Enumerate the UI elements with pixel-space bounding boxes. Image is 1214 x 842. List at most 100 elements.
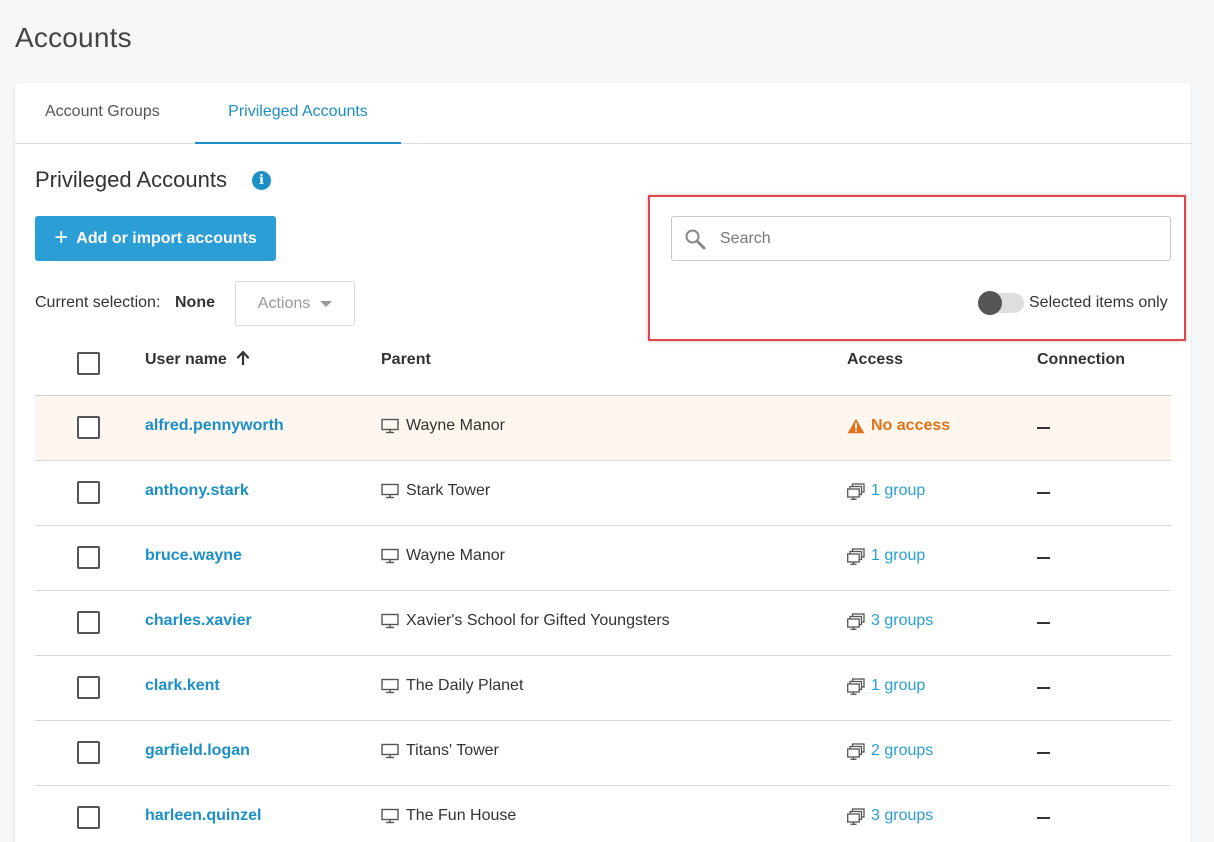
access-label: 1 group [871, 547, 926, 564]
warning-icon [847, 418, 865, 434]
header-user-name[interactable]: User name [145, 351, 250, 369]
table-row[interactable]: bruce.wayne Wayne Manor 1 group [35, 526, 1171, 591]
parent-label: Xavier's School for Gifted Youngsters [406, 612, 670, 629]
group-icon [847, 807, 865, 825]
table-row[interactable]: garfield.logan Titans' Tower 2 groups [35, 721, 1171, 786]
monitor-icon [381, 548, 399, 564]
connection-empty-dash [1037, 427, 1050, 429]
parent-cell: The Fun House [381, 807, 516, 825]
actions-label: Actions [257, 294, 311, 312]
parent-label: Wayne Manor [406, 417, 505, 434]
row-checkbox[interactable] [77, 481, 100, 504]
selected-items-only-toggle[interactable] [978, 291, 1024, 315]
header-user-name-label: User name [145, 351, 227, 368]
sort-up-arrow-icon [237, 351, 250, 365]
parent-cell: Stark Tower [381, 482, 490, 500]
access-label: 3 groups [871, 807, 934, 824]
parent-label: The Fun House [406, 807, 517, 824]
monitor-icon [381, 613, 399, 629]
monitor-icon [381, 418, 399, 434]
parent-cell: The Daily Planet [381, 677, 523, 695]
add-import-accounts-label: Add or import accounts [76, 229, 257, 247]
table-row[interactable]: charles.xavier Xavier's School for Gifte… [35, 591, 1171, 656]
table-header: User name Parent Access Connection [35, 331, 1171, 396]
row-checkbox[interactable] [77, 611, 100, 634]
table-row[interactable]: alfred.pennyworth Wayne Manor No access [35, 396, 1171, 461]
search-field[interactable] [671, 216, 1171, 261]
connection-empty-dash [1037, 687, 1050, 689]
monitor-icon [381, 808, 399, 824]
connection-empty-dash [1037, 752, 1050, 754]
access-link[interactable]: 2 groups [847, 742, 933, 760]
access-warning: No access [847, 417, 950, 435]
group-icon [847, 677, 865, 695]
actions-dropdown[interactable]: Actions [235, 281, 355, 326]
parent-cell: Titans' Tower [381, 742, 499, 760]
info-icon[interactable]: i [252, 171, 271, 190]
parent-label: Titans' Tower [406, 742, 499, 759]
row-checkbox[interactable] [77, 676, 100, 699]
accounts-table: User name Parent Access Connection alfre… [35, 331, 1171, 842]
table-row[interactable]: anthony.stark Stark Tower 1 group [35, 461, 1171, 526]
row-checkbox[interactable] [77, 546, 100, 569]
connection-empty-dash [1037, 817, 1050, 819]
tab-bar: Account Groups Privileged Accounts [15, 83, 1191, 144]
plus-icon: + [54, 223, 69, 251]
page-title: Accounts [15, 22, 132, 53]
group-icon [847, 742, 865, 760]
access-link[interactable]: 1 group [847, 547, 925, 565]
toggle-knob [978, 291, 1002, 315]
select-all-checkbox[interactable] [77, 352, 100, 375]
access-link[interactable]: 1 group [847, 677, 925, 695]
username-link[interactable]: bruce.wayne [145, 547, 242, 565]
current-selection-label: Current selection: [35, 294, 161, 311]
search-input[interactable] [720, 217, 1160, 260]
access-link[interactable]: 1 group [847, 482, 925, 500]
parent-label: Wayne Manor [406, 547, 505, 564]
connection-empty-dash [1037, 622, 1050, 624]
chevron-down-icon [320, 300, 333, 307]
current-selection-value: None [175, 294, 215, 311]
group-icon [847, 482, 865, 500]
username-link[interactable]: harleen.quinzel [145, 807, 261, 825]
access-label: 1 group [871, 482, 926, 499]
connection-empty-dash [1037, 492, 1050, 494]
header-access[interactable]: Access [847, 351, 903, 369]
access-label: 2 groups [871, 742, 934, 759]
access-label: No access [871, 417, 951, 434]
accounts-card: Account Groups Privileged Accounts Privi… [15, 83, 1191, 842]
username-link[interactable]: alfred.pennyworth [145, 417, 284, 435]
row-checkbox[interactable] [77, 806, 100, 829]
parent-cell: Xavier's School for Gifted Youngsters [381, 612, 670, 630]
access-label: 3 groups [871, 612, 934, 629]
access-link[interactable]: 3 groups [847, 807, 933, 825]
username-link[interactable]: charles.xavier [145, 612, 252, 630]
add-import-accounts-button[interactable]: + Add or import accounts [35, 216, 276, 261]
parent-label: Stark Tower [406, 482, 491, 499]
table-body: alfred.pennyworth Wayne Manor No access … [35, 396, 1171, 842]
group-icon [847, 612, 865, 630]
parent-cell: Wayne Manor [381, 417, 505, 435]
tab-account-groups[interactable]: Account Groups [45, 83, 160, 144]
tab-privileged-accounts[interactable]: Privileged Accounts [195, 83, 401, 144]
username-link[interactable]: clark.kent [145, 677, 220, 695]
table-row[interactable]: harleen.quinzel The Fun House 3 groups [35, 786, 1171, 842]
table-row[interactable]: clark.kent The Daily Planet 1 group [35, 656, 1171, 721]
header-connection[interactable]: Connection [1037, 351, 1125, 369]
row-checkbox[interactable] [77, 741, 100, 764]
monitor-icon [381, 483, 399, 499]
connection-empty-dash [1037, 557, 1050, 559]
parent-cell: Wayne Manor [381, 547, 505, 565]
parent-label: The Daily Planet [406, 677, 524, 694]
section-title: Privileged Accounts [35, 167, 227, 192]
search-icon [685, 229, 706, 250]
access-link[interactable]: 3 groups [847, 612, 933, 630]
group-icon [847, 547, 865, 565]
access-label: 1 group [871, 677, 926, 694]
row-checkbox[interactable] [77, 416, 100, 439]
selected-items-only-label: Selected items only [1029, 294, 1168, 311]
username-link[interactable]: garfield.logan [145, 742, 250, 760]
header-parent[interactable]: Parent [381, 351, 431, 369]
username-link[interactable]: anthony.stark [145, 482, 249, 500]
monitor-icon [381, 678, 399, 694]
